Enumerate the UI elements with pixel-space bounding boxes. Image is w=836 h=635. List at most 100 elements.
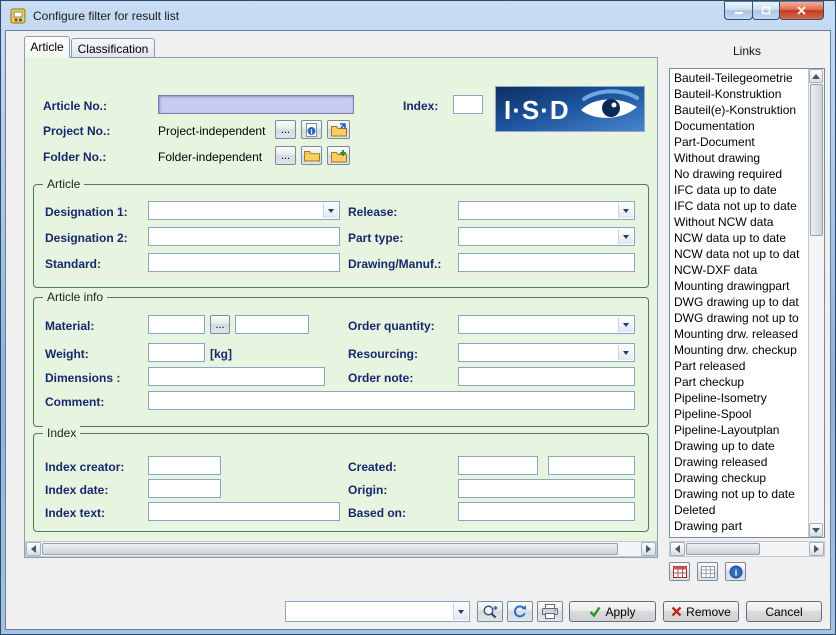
material-browse-button[interactable]: ... [210, 315, 230, 334]
close-button[interactable] [779, 1, 824, 20]
tab-article[interactable]: Article [24, 36, 70, 58]
search-button[interactable] [477, 601, 503, 622]
dimensions-input[interactable] [148, 367, 325, 386]
folder-value: Folder-independent [158, 150, 262, 164]
order-quantity-combo[interactable] [458, 315, 635, 334]
links-list-item[interactable]: Part-Document [671, 134, 807, 150]
links-list-item[interactable]: Mounting drw. checkup [671, 342, 807, 358]
project-structure-button[interactable] [327, 120, 350, 139]
based-on-input[interactable] [458, 502, 635, 521]
index-creator-input[interactable] [148, 456, 221, 475]
links-list-item[interactable]: NCW data up to date [671, 230, 807, 246]
result-grid-button[interactable] [697, 562, 718, 581]
main-scrollbar-thumb[interactable] [42, 543, 618, 555]
links-list-item[interactable]: Without drawing [671, 150, 807, 166]
index-group-title: Index [43, 426, 80, 440]
cancel-button[interactable]: Cancel [746, 601, 822, 622]
index-label: Index: [403, 99, 438, 113]
links-list-item[interactable]: Without NCW data [671, 214, 807, 230]
scroll-up-button[interactable] [809, 69, 823, 83]
links-hscrollbar-thumb[interactable] [686, 543, 760, 555]
minimize-button[interactable] [724, 1, 753, 20]
scroll-up-icon [812, 74, 820, 79]
apply-button[interactable]: Apply [569, 601, 656, 622]
project-browse-button[interactable]: ... [275, 120, 296, 139]
links-list-item[interactable]: NCW-DXF data [671, 262, 807, 278]
links-list-item[interactable]: No drawing required [671, 166, 807, 182]
release-combo[interactable] [458, 201, 635, 220]
dropdown-arrow-icon[interactable] [323, 203, 338, 218]
weight-input[interactable] [148, 343, 205, 362]
links-list-item[interactable]: Part released [671, 358, 807, 374]
main-horizontal-scrollbar[interactable] [25, 541, 657, 557]
links-scrollbar-thumb[interactable] [810, 84, 823, 236]
index-creator-label: Index creator: [45, 460, 124, 474]
links-list-item[interactable]: Bauteil(e)-Konstruktion [671, 102, 807, 118]
scroll-left-button[interactable] [26, 542, 41, 556]
scroll-left-button[interactable] [670, 542, 685, 556]
created-date-input[interactable] [458, 456, 538, 475]
links-list-item[interactable]: Mounting drw. released [671, 326, 807, 342]
folder-browse-button[interactable]: ... [275, 146, 296, 165]
tab-classification[interactable]: Classification [71, 38, 155, 58]
links-list-item[interactable]: DWG drawing up to dat [671, 294, 807, 310]
links-list-item[interactable]: Pipeline-Spool [671, 406, 807, 422]
standard-input[interactable] [148, 253, 340, 272]
remove-button[interactable]: Remove [663, 601, 739, 622]
links-list-item[interactable]: DWG drawing not up to [671, 310, 807, 326]
links-list-item[interactable]: Drawing not up to date [671, 486, 807, 502]
links-list-item[interactable]: Bauteil-Teilegeometrie [671, 70, 807, 86]
maximize-button[interactable] [752, 1, 780, 20]
dropdown-arrow-icon[interactable] [618, 229, 633, 244]
article-no-input[interactable] [158, 95, 354, 114]
links-listbox[interactable]: Bauteil-TeilegeometrieBauteil-Konstrukti… [669, 68, 825, 538]
dropdown-arrow-icon[interactable] [453, 603, 468, 620]
resourcing-combo[interactable] [458, 343, 635, 362]
folder-new-button[interactable] [327, 146, 350, 165]
result-grid-red-button[interactable] [669, 562, 690, 581]
refresh-button[interactable] [507, 601, 533, 622]
info-button[interactable]: i [725, 562, 746, 581]
links-list-item[interactable]: Documentation [671, 118, 807, 134]
links-list-item[interactable]: Pipeline-Isometry [671, 390, 807, 406]
designation2-input[interactable] [148, 227, 340, 246]
scroll-right-button[interactable] [641, 542, 656, 556]
release-label: Release: [348, 205, 397, 219]
links-list-item[interactable]: Bauteil-Konstruktion [671, 86, 807, 102]
dropdown-arrow-icon[interactable] [618, 345, 633, 360]
links-vertical-scrollbar[interactable] [808, 69, 824, 537]
links-list-item[interactable]: Drawing part [671, 518, 807, 534]
scroll-right-button[interactable] [809, 542, 824, 556]
links-list-item[interactable]: Drawing released [671, 454, 807, 470]
links-list-item[interactable]: Pipeline-Layoutplan [671, 422, 807, 438]
filter-preset-combo[interactable] [285, 601, 470, 622]
links-list-item[interactable]: Drawing checkup [671, 470, 807, 486]
comment-input[interactable] [148, 391, 635, 410]
links-list-item[interactable]: IFC data up to date [671, 182, 807, 198]
links-list-item[interactable]: NCW data not up to dat [671, 246, 807, 262]
title-bar[interactable]: Configure filter for result list [1, 1, 835, 30]
drawing-manuf-input[interactable] [458, 253, 635, 272]
part-type-combo[interactable] [458, 227, 635, 246]
material-input[interactable] [148, 315, 205, 334]
order-note-input[interactable] [458, 367, 635, 386]
links-list-item[interactable]: Deleted [671, 502, 807, 518]
designation1-combo[interactable] [148, 201, 340, 220]
dropdown-arrow-icon[interactable] [618, 317, 633, 332]
links-list-item[interactable]: Part checkup [671, 374, 807, 390]
links-list-item[interactable]: Drawing up to date [671, 438, 807, 454]
material-name-input[interactable] [235, 315, 309, 334]
project-info-button[interactable]: i [301, 120, 322, 139]
links-list-item[interactable]: Mounting drawingpart [671, 278, 807, 294]
index-date-input[interactable] [148, 479, 221, 498]
scroll-down-button[interactable] [809, 523, 823, 537]
folder-open-button[interactable] [301, 146, 322, 165]
dropdown-arrow-icon[interactable] [618, 203, 633, 218]
print-button[interactable] [537, 601, 563, 622]
index-text-input[interactable] [148, 502, 340, 521]
index-input[interactable] [453, 95, 483, 114]
origin-input[interactable] [458, 479, 635, 498]
links-list-item[interactable]: IFC data not up to date [671, 198, 807, 214]
created-by-input[interactable] [548, 456, 635, 475]
links-horizontal-scrollbar[interactable] [669, 541, 825, 557]
